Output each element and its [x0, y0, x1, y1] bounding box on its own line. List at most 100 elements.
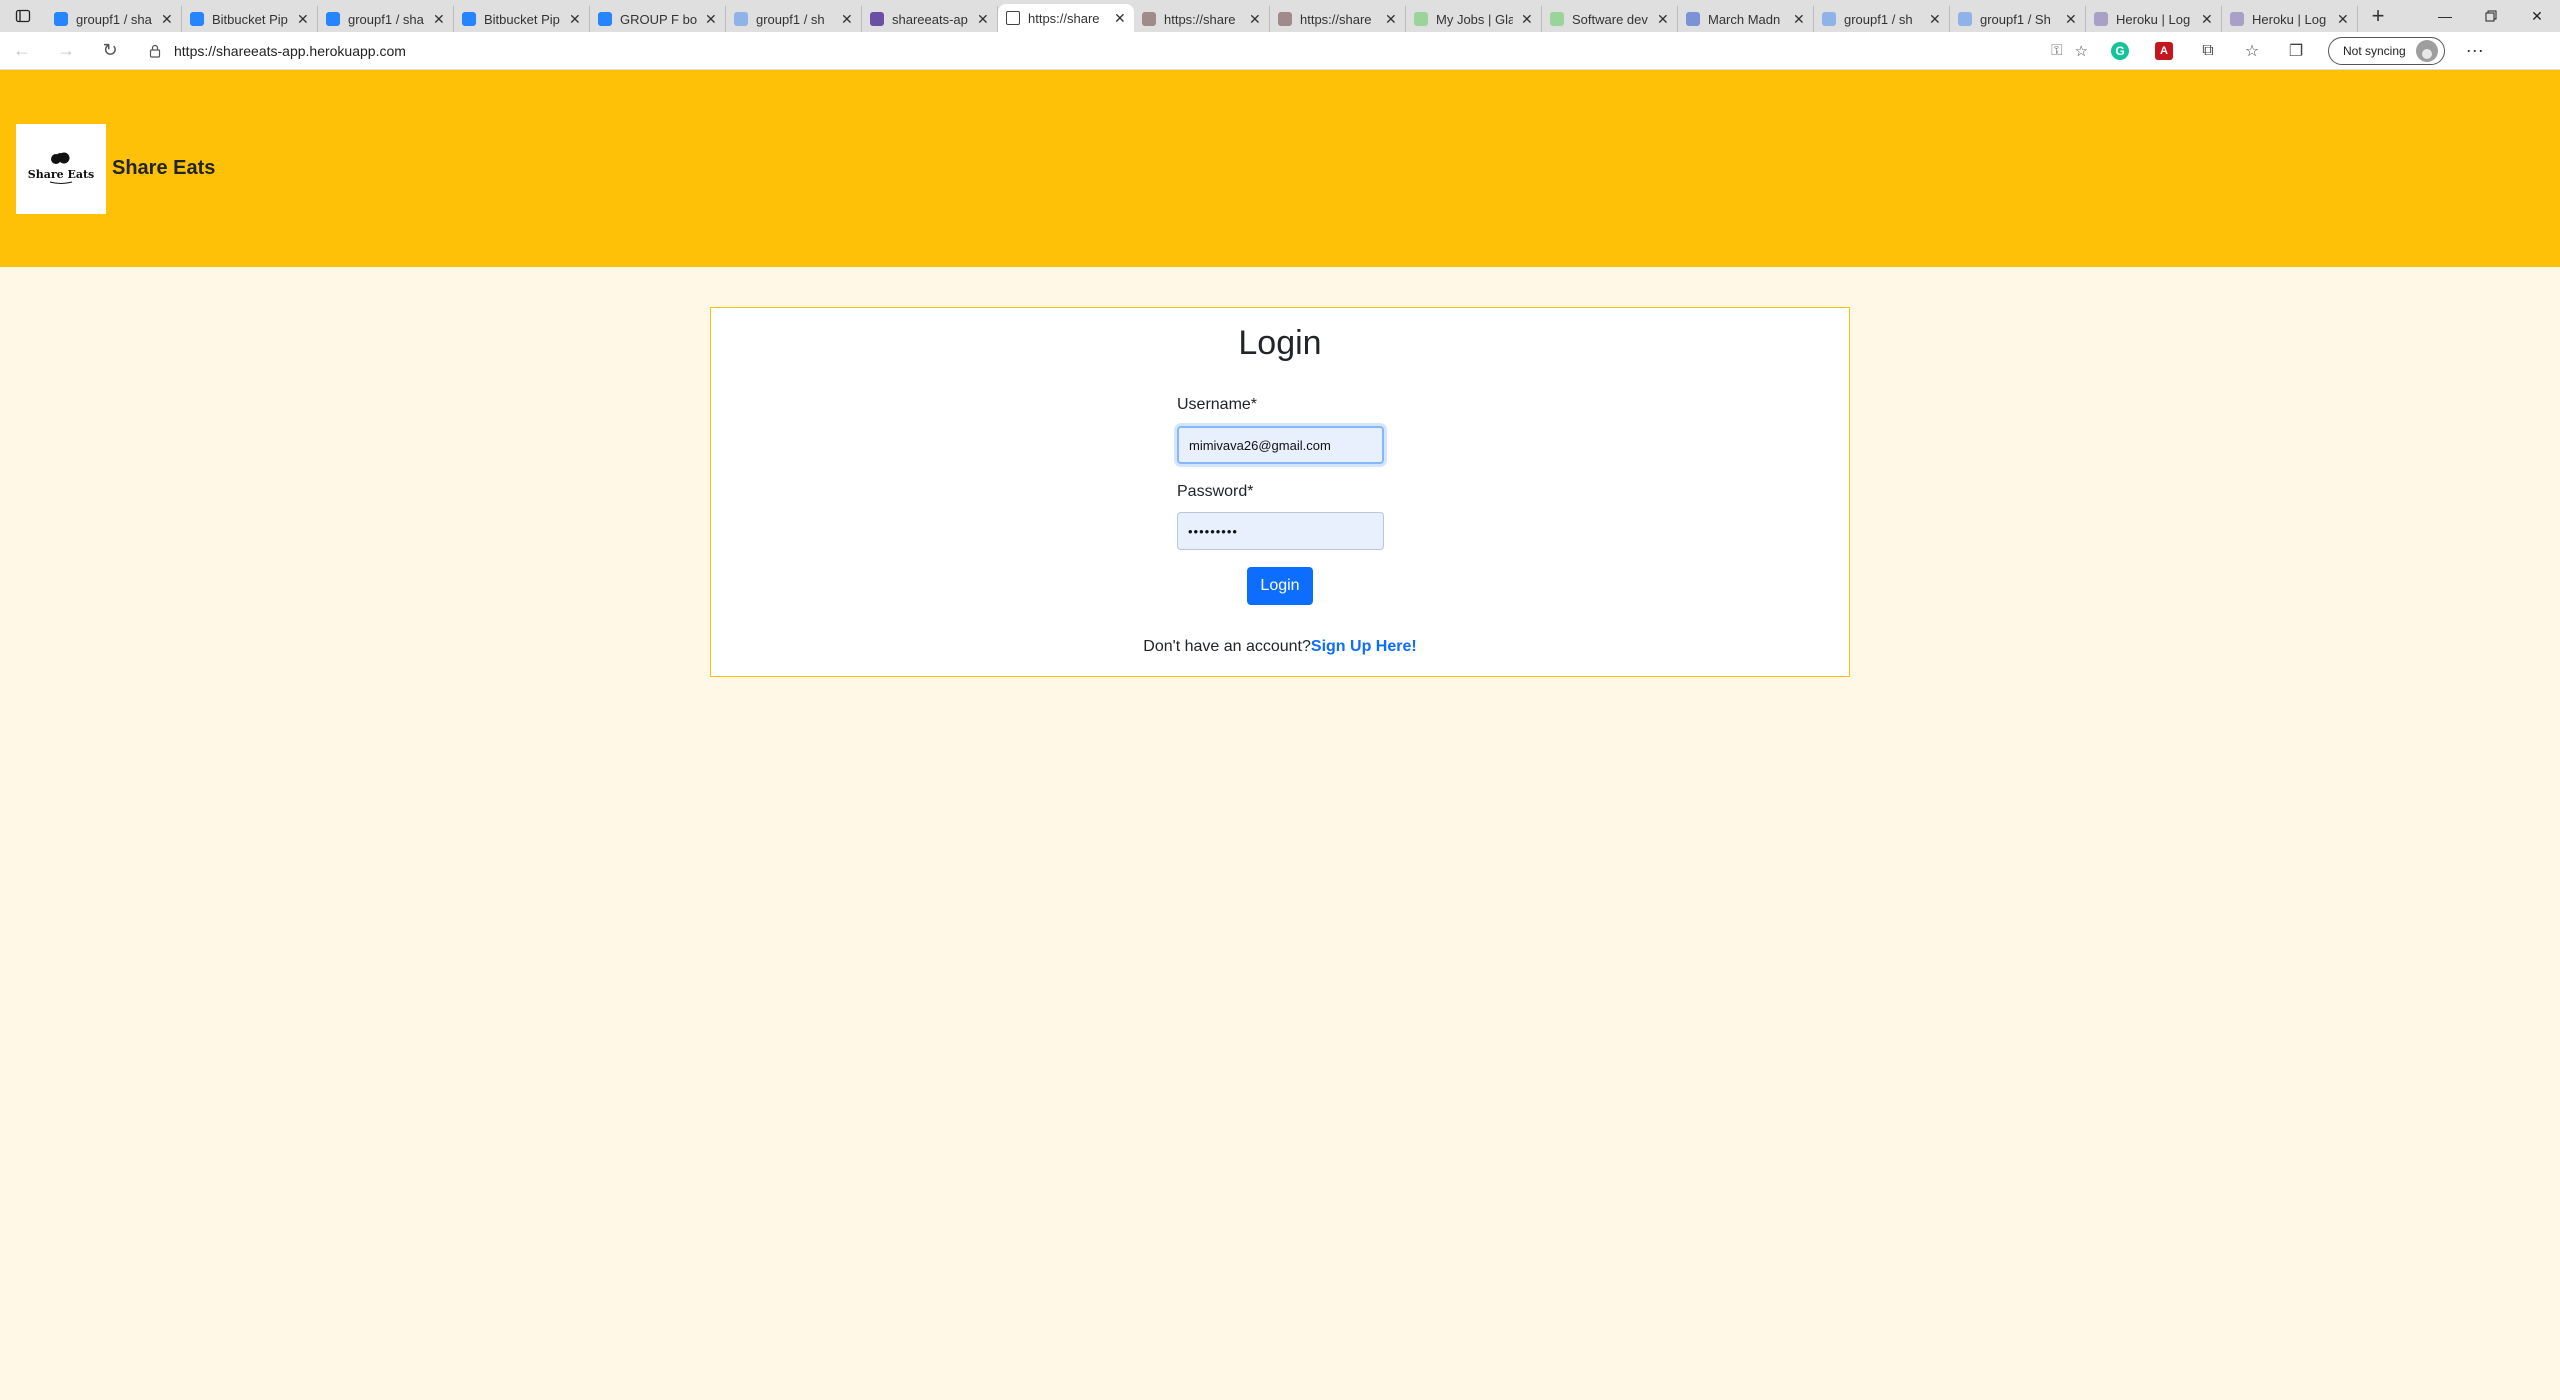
brand-name[interactable]: Share Eats — [112, 157, 215, 180]
browser-tab[interactable]: Heroku | Log ✕ — [2086, 6, 2222, 32]
tab-title: groupf1 / Sh — [1980, 11, 2051, 27]
close-tab-icon[interactable]: ✕ — [433, 11, 445, 28]
logo-text: Share Eats — [27, 168, 95, 181]
puzzle-icon: ⧉ — [2202, 41, 2214, 59]
heroku-icon — [2230, 12, 2244, 26]
extension-bar: G A ⧉ ☆ ❐ — [2098, 32, 2318, 70]
grammarly-icon: G — [2111, 41, 2129, 60]
close-tab-icon[interactable]: ✕ — [2337, 11, 2349, 28]
browser-tab[interactable]: My Jobs | Gla ✕ — [1406, 6, 1542, 32]
minimize-button[interactable]: — — [2422, 0, 2468, 32]
tab-title: groupf1 / sh — [1844, 11, 1913, 27]
glassdoor-icon — [1414, 12, 1428, 26]
logo[interactable]: Share Eats — [16, 123, 106, 214]
browser-tab[interactable]: shareeats-ap ✕ — [862, 6, 998, 32]
reload-button[interactable]: ↻ — [88, 32, 132, 70]
docs-icon — [1686, 12, 1700, 26]
close-tab-icon[interactable]: ✕ — [977, 11, 989, 28]
address-bar[interactable]: https://shareeats-app.herokuapp.com ⚿ ☆ — [138, 36, 2098, 66]
tab-list: groupf1 / sha ✕ Bitbucket Pip ✕ groupf1 / sh… — [46, 0, 2358, 32]
glassdoor-icon — [1550, 12, 1564, 26]
login-button[interactable]: Login — [1247, 567, 1313, 605]
forward-button[interactable]: → — [44, 32, 88, 70]
close-tab-icon[interactable]: ✕ — [2065, 11, 2077, 28]
browser-tab[interactable]: https://share ✕ — [1134, 6, 1270, 32]
minimize-icon: — — [2438, 8, 2452, 24]
browser-tab[interactable]: GROUP F boa ✕ — [590, 6, 726, 32]
close-tab-icon[interactable]: ✕ — [1657, 11, 1669, 28]
logo-plate-icon — [51, 152, 70, 164]
favorite-add-icon[interactable]: ☆ — [2075, 42, 2088, 60]
logo-underline-icon — [49, 181, 73, 184]
heroku-icon — [2094, 12, 2108, 26]
browser-toolbar: ← → ↻ https://shareeats-app.herokuapp.co… — [0, 32, 2560, 70]
tab-title: https://share — [1164, 11, 1236, 27]
tab-title: groupf1 / sha — [348, 11, 424, 27]
lock-icon — [149, 44, 161, 58]
browser-tab[interactable]: Bitbucket Pip ✕ — [454, 6, 590, 32]
arrow-right-icon: → — [57, 40, 75, 60]
acrobat-extension[interactable]: A — [2142, 32, 2186, 70]
restore-button[interactable] — [2468, 0, 2514, 32]
close-tab-icon[interactable]: ✕ — [1521, 11, 1533, 28]
tab-actions-icon — [15, 9, 31, 23]
browser-tab[interactable]: https://share ✕ — [998, 4, 1134, 32]
browser-tab[interactable]: https://share ✕ — [1270, 6, 1406, 32]
signup-link[interactable]: Sign Up Here! — [1311, 638, 1417, 655]
plus-icon: + — [2371, 3, 2385, 28]
page-title: Login — [1238, 324, 1322, 362]
password-input[interactable] — [1177, 512, 1384, 550]
close-window-button[interactable]: ✕ — [2514, 0, 2560, 32]
close-tab-icon[interactable]: ✕ — [705, 11, 717, 28]
browser-tab[interactable]: groupf1 / sha ✕ — [318, 6, 454, 32]
profile-sync-button[interactable]: Not syncing — [2328, 36, 2445, 65]
tab-actions-menu[interactable] — [0, 0, 46, 32]
login-card: Login Username* Password* Login Don't ha… — [710, 307, 1850, 677]
close-icon: ✕ — [2531, 7, 2543, 24]
browser-tab[interactable]: groupf1 / Sh ✕ — [1950, 6, 2086, 32]
page-icon — [1142, 12, 1156, 26]
browser-tab[interactable]: Heroku | Log ✕ — [2222, 6, 2358, 32]
browser-tab[interactable]: groupf1 / sh ✕ — [726, 6, 862, 32]
username-input[interactable] — [1177, 426, 1384, 464]
new-tab-button[interactable]: + — [2358, 0, 2398, 32]
browser-tab[interactable]: Software dev ✕ — [1542, 6, 1678, 32]
close-tab-icon[interactable]: ✕ — [1249, 11, 1261, 28]
collections-button[interactable]: ❐ — [2274, 32, 2318, 70]
browser-tab[interactable]: March Madn ✕ — [1678, 6, 1814, 32]
settings-more-button[interactable]: ··· — [2453, 32, 2497, 70]
tab-title: Bitbucket Pip — [212, 11, 288, 27]
acrobat-icon: A — [2155, 41, 2173, 60]
extensions-button[interactable]: ⧉ — [2186, 32, 2230, 70]
arrow-left-icon: ← — [13, 40, 31, 60]
close-tab-icon[interactable]: ✕ — [569, 11, 581, 28]
close-tab-icon[interactable]: ✕ — [161, 11, 173, 28]
tab-title: https://share — [1300, 11, 1372, 27]
tab-title: Software dev — [1572, 11, 1648, 27]
tab-title: groupf1 / sh — [756, 11, 825, 27]
tab-title: My Jobs | Gla — [1436, 11, 1513, 27]
close-tab-icon[interactable]: ✕ — [1793, 11, 1805, 28]
close-tab-icon[interactable]: ✕ — [297, 11, 309, 28]
tab-title: GROUP F boa — [620, 11, 697, 27]
jira-icon — [598, 12, 612, 26]
favorites-button[interactable]: ☆ — [2230, 32, 2274, 70]
close-tab-icon[interactable]: ✕ — [2201, 11, 2213, 28]
sync-label: Not syncing — [2343, 43, 2406, 58]
key-icon[interactable]: ⚿ — [2051, 42, 2062, 59]
close-tab-icon[interactable]: ✕ — [1385, 11, 1397, 28]
back-button[interactable]: ← — [0, 32, 44, 70]
grammarly-extension[interactable]: G — [2098, 32, 2142, 70]
tab-title: shareeats-ap — [892, 11, 968, 27]
signup-prompt: Don't have an account?Sign Up Here! — [711, 638, 1849, 656]
close-tab-icon[interactable]: ✕ — [1929, 11, 1941, 28]
url-text[interactable]: https://shareeats-app.herokuapp.com — [174, 43, 2039, 59]
close-tab-icon[interactable]: ✕ — [1114, 10, 1126, 27]
browser-tab[interactable]: groupf1 / sh ✕ — [1814, 6, 1950, 32]
favorites-icon: ☆ — [2244, 42, 2260, 60]
close-tab-icon[interactable]: ✕ — [841, 11, 853, 28]
site-header: Share Eats Share Eats — [0, 70, 2560, 267]
browser-tab[interactable]: groupf1 / sha ✕ — [46, 6, 182, 32]
tab-title: Heroku | Log — [2116, 11, 2191, 27]
browser-tab[interactable]: Bitbucket Pip ✕ — [182, 6, 318, 32]
